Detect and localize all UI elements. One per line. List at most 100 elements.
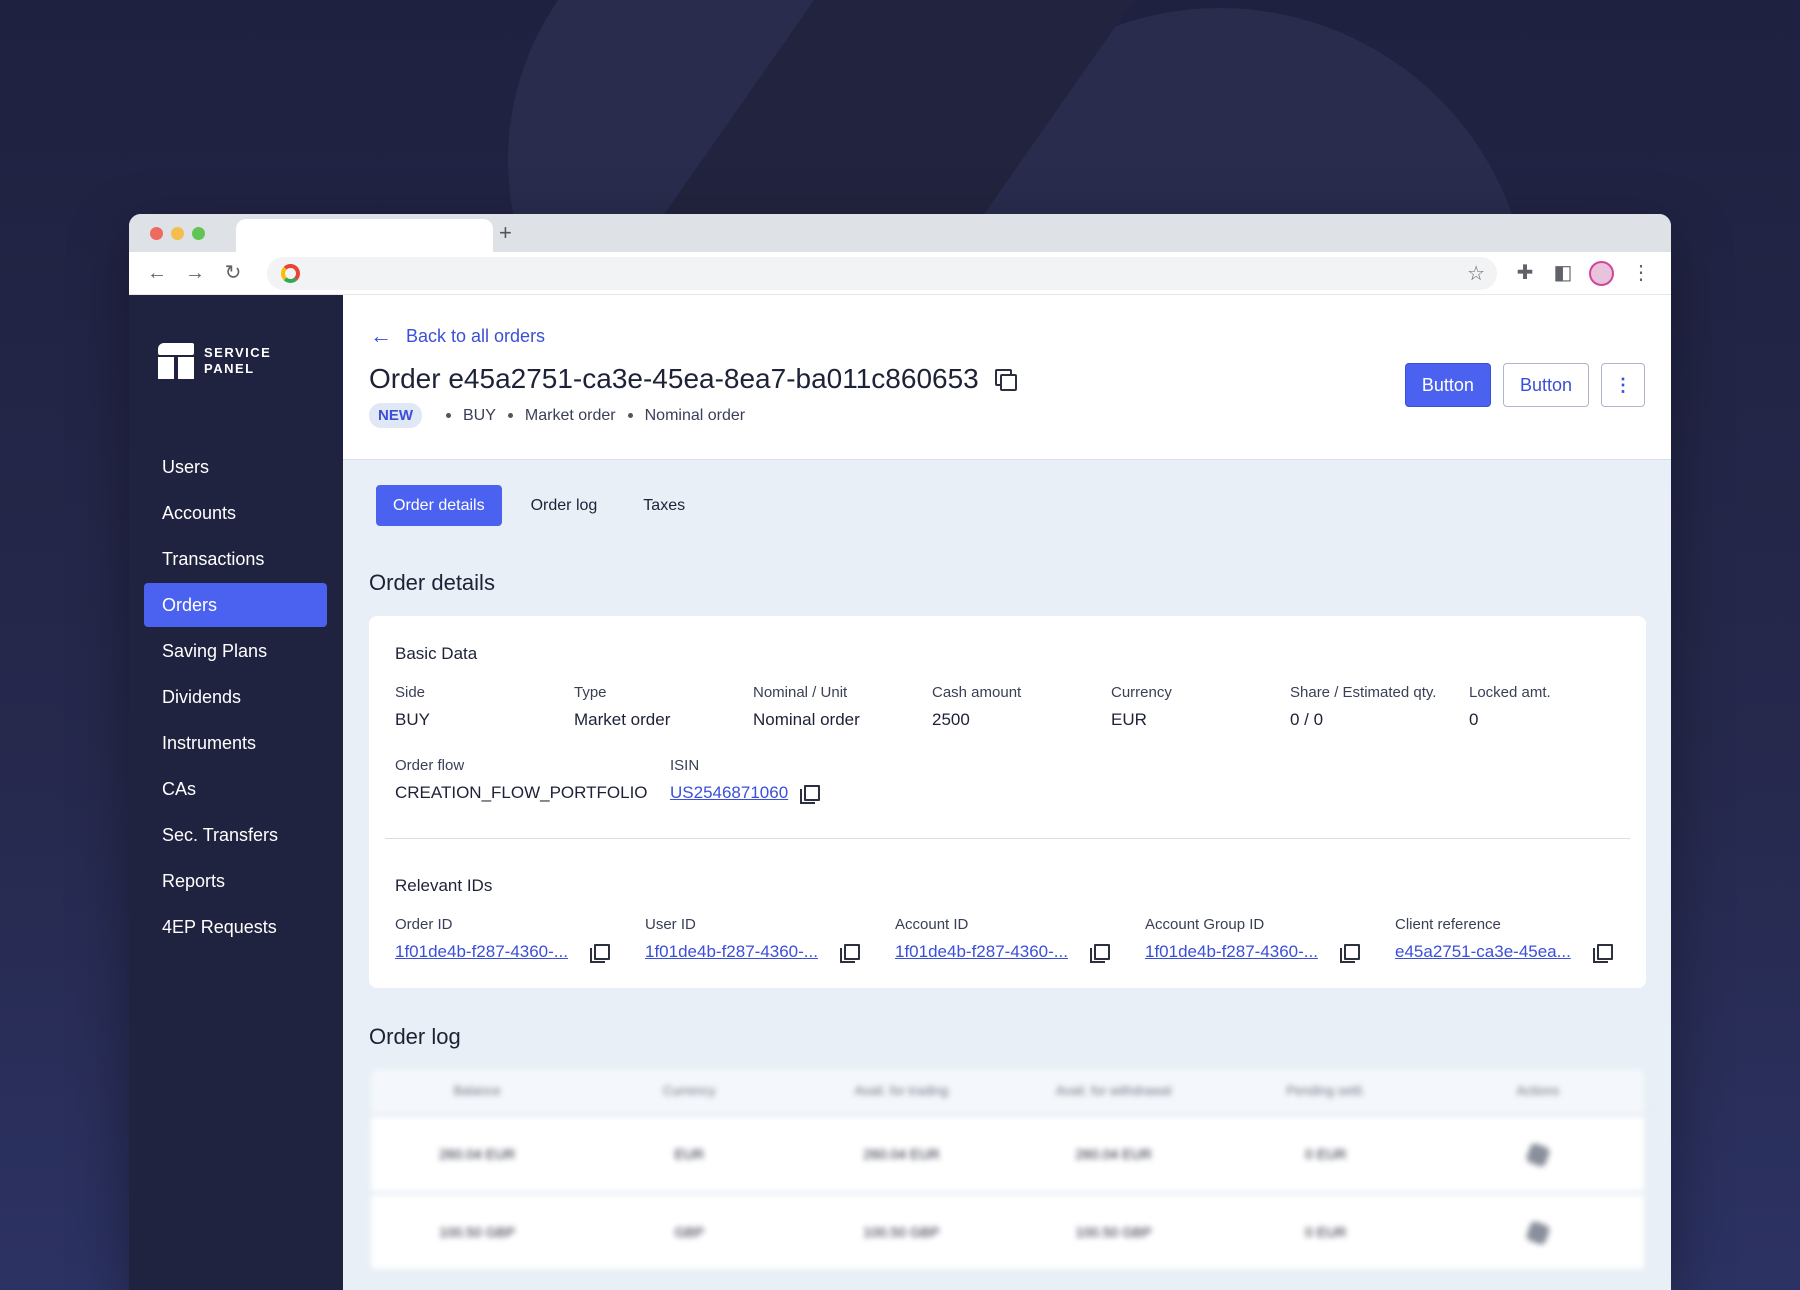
sidebar-item-instruments[interactable]: Instruments	[144, 721, 327, 765]
page-header: ← Back to all orders Order e45a2751-ca3e…	[343, 295, 1671, 460]
column-header: Avail. for withdrawal	[1055, 1083, 1172, 1098]
google-icon	[281, 264, 300, 283]
order-id-link[interactable]: 1f01de4b-f287-4360-...	[395, 942, 568, 962]
table-cell: 0 EUR	[1305, 1146, 1347, 1162]
sidebar-item-cas[interactable]: CAs	[144, 767, 327, 811]
user-id-link[interactable]: 1f01de4b-f287-4360-...	[645, 942, 818, 962]
minimize-window-dot[interactable]	[171, 227, 184, 240]
order-log-title: Order log	[369, 1024, 461, 1049]
order-log-table: Balance Currency Avail. for trading Avai…	[371, 1069, 1644, 1269]
browser-menu-icon[interactable]: ⋮	[1629, 261, 1653, 285]
primary-button[interactable]: Button	[1404, 363, 1491, 407]
field-type: Type Market order	[574, 684, 671, 729]
field-nominal-unit: Nominal / Unit Nominal order	[753, 684, 860, 729]
table-cell: GBP	[674, 1224, 705, 1240]
browser-toolbar: ← → ↻ ☆ ✚ ◧ ⋮	[129, 252, 1671, 295]
arrow-left-icon: ←	[370, 323, 392, 348]
tab-order-log[interactable]: Order log	[514, 485, 615, 526]
actions-cell	[1432, 1117, 1644, 1191]
reload-icon[interactable]: ↻	[221, 261, 245, 285]
sidebar-item-sec-transfers[interactable]: Sec. Transfers	[144, 813, 327, 857]
copy-icon[interactable]	[1339, 943, 1360, 963]
sidebar-item-orders[interactable]: Orders	[144, 583, 327, 627]
copy-icon[interactable]	[839, 943, 860, 963]
order-meta: NEW BUY Market order Nominal order	[369, 403, 745, 428]
account-id-link[interactable]: 1f01de4b-f287-4360-...	[895, 942, 1068, 962]
order-details-card: Basic Data Side BUY Type Market order No…	[369, 616, 1646, 988]
field-locked-amt: Locked amt. 0	[1469, 684, 1551, 729]
header-actions: Button Button ⋮	[1404, 363, 1645, 407]
forward-icon[interactable]: →	[183, 261, 207, 285]
copy-icon[interactable]	[589, 943, 610, 963]
field-share-qty: Share / Estimated qty. 0 / 0	[1290, 684, 1437, 729]
service-panel-logo[interactable]: SERVICE PANEL	[158, 343, 271, 379]
table-cell: 260.04 EUR	[438, 1146, 516, 1162]
page-title: Order e45a2751-ca3e-45ea-8ea7-ba011c8606…	[369, 363, 1017, 395]
table-cell: EUR	[674, 1146, 705, 1162]
copy-icon[interactable]	[994, 369, 1017, 391]
isin-link[interactable]: US2546871060	[670, 783, 788, 803]
meta-nominal: Nominal order	[644, 406, 746, 424]
main-content: ← Back to all orders Order e45a2751-ca3e…	[343, 295, 1671, 1290]
separator-dot	[627, 413, 633, 418]
tab-taxes[interactable]: Taxes	[626, 485, 702, 526]
close-window-dot[interactable]	[150, 227, 163, 240]
sidebar-item-transactions[interactable]: Transactions	[144, 537, 327, 581]
logo-text: SERVICE PANEL	[204, 345, 272, 376]
tab-order-details[interactable]: Order details	[376, 485, 502, 526]
browser-tab[interactable]	[236, 219, 493, 252]
table-row: 100.50 GBP GBP 100.50 GBP 100.50 GBP 0 E…	[371, 1195, 1644, 1269]
field-account-group-id: Account Group ID 1f01de4b-f287-4360-...	[1145, 916, 1360, 963]
account-group-id-link[interactable]: 1f01de4b-f287-4360-...	[1145, 942, 1318, 962]
order-title: Order e45a2751-ca3e-45ea-8ea7-ba011c8606…	[369, 363, 979, 394]
column-header: Actions	[1516, 1083, 1560, 1098]
copy-icon[interactable]	[1089, 943, 1110, 963]
field-user-id: User ID 1f01de4b-f287-4360-...	[645, 916, 860, 963]
browser-tabstrip: +	[129, 214, 1671, 252]
profile-avatar[interactable]	[1589, 261, 1614, 286]
column-header: Currency	[662, 1083, 716, 1098]
table-cell: 0 EUR	[1305, 1224, 1347, 1240]
sidebar-item-accounts[interactable]: Accounts	[144, 491, 327, 535]
copy-icon[interactable]	[800, 784, 821, 804]
address-bar[interactable]: ☆	[267, 257, 1497, 290]
app: SERVICE PANEL Users Accounts Transaction…	[129, 295, 1671, 1290]
field-cash-amount: Cash amount 2500	[932, 684, 1022, 729]
status-badge: NEW	[369, 403, 422, 428]
gear-icon[interactable]	[1525, 1220, 1551, 1247]
gear-icon[interactable]	[1525, 1142, 1551, 1169]
client-reference-link[interactable]: e45a2751-ca3e-45ea...	[1395, 942, 1571, 962]
field-isin: ISIN US2546871060	[670, 757, 821, 804]
separator-dot	[446, 413, 451, 418]
sidebar-item-users[interactable]: Users	[144, 445, 327, 489]
bookmark-star-icon[interactable]: ☆	[1467, 261, 1485, 286]
field-client-reference: Client reference e45a2751-ca3e-45ea...	[1395, 916, 1613, 963]
sidebar-item-reports[interactable]: Reports	[144, 859, 327, 903]
field-currency: Currency EUR	[1111, 684, 1172, 729]
more-options-button[interactable]: ⋮	[1601, 363, 1645, 407]
copy-icon[interactable]	[1592, 943, 1613, 963]
table-cell: 100.50 GBP	[1075, 1224, 1152, 1240]
order-details-title: Order details	[369, 570, 495, 595]
back-link-label: Back to all orders	[406, 325, 546, 346]
divider	[385, 838, 1630, 839]
sidebar-menu: Users Accounts Transactions Orders Savin…	[144, 445, 327, 951]
meta-type: Market order	[524, 406, 616, 424]
field-account-id: Account ID 1f01de4b-f287-4360-...	[895, 916, 1110, 963]
sidebar-item-saving-plans[interactable]: Saving Plans	[144, 629, 327, 673]
maximize-window-dot[interactable]	[192, 227, 205, 240]
table-cell: 260.04 EUR	[863, 1146, 940, 1162]
logo-icon	[158, 343, 194, 379]
table-row: 260.04 EUR EUR 260.04 EUR 260.04 EUR 0 E…	[371, 1117, 1644, 1191]
column-header: Balance	[453, 1083, 501, 1098]
relevant-ids-heading: Relevant IDs	[395, 876, 493, 895]
extensions-icon[interactable]: ✚	[1513, 261, 1537, 285]
actions-cell	[1432, 1195, 1644, 1269]
sidebar-item-dividends[interactable]: Dividends	[144, 675, 327, 719]
side-panel-icon[interactable]: ◧	[1551, 261, 1575, 285]
secondary-button[interactable]: Button	[1502, 363, 1589, 407]
new-tab-button[interactable]: +	[499, 220, 512, 246]
back-icon[interactable]: ←	[145, 261, 169, 285]
back-link[interactable]: ← Back to all orders	[370, 323, 545, 349]
sidebar-item-4ep-requests[interactable]: 4EP Requests	[144, 905, 327, 949]
